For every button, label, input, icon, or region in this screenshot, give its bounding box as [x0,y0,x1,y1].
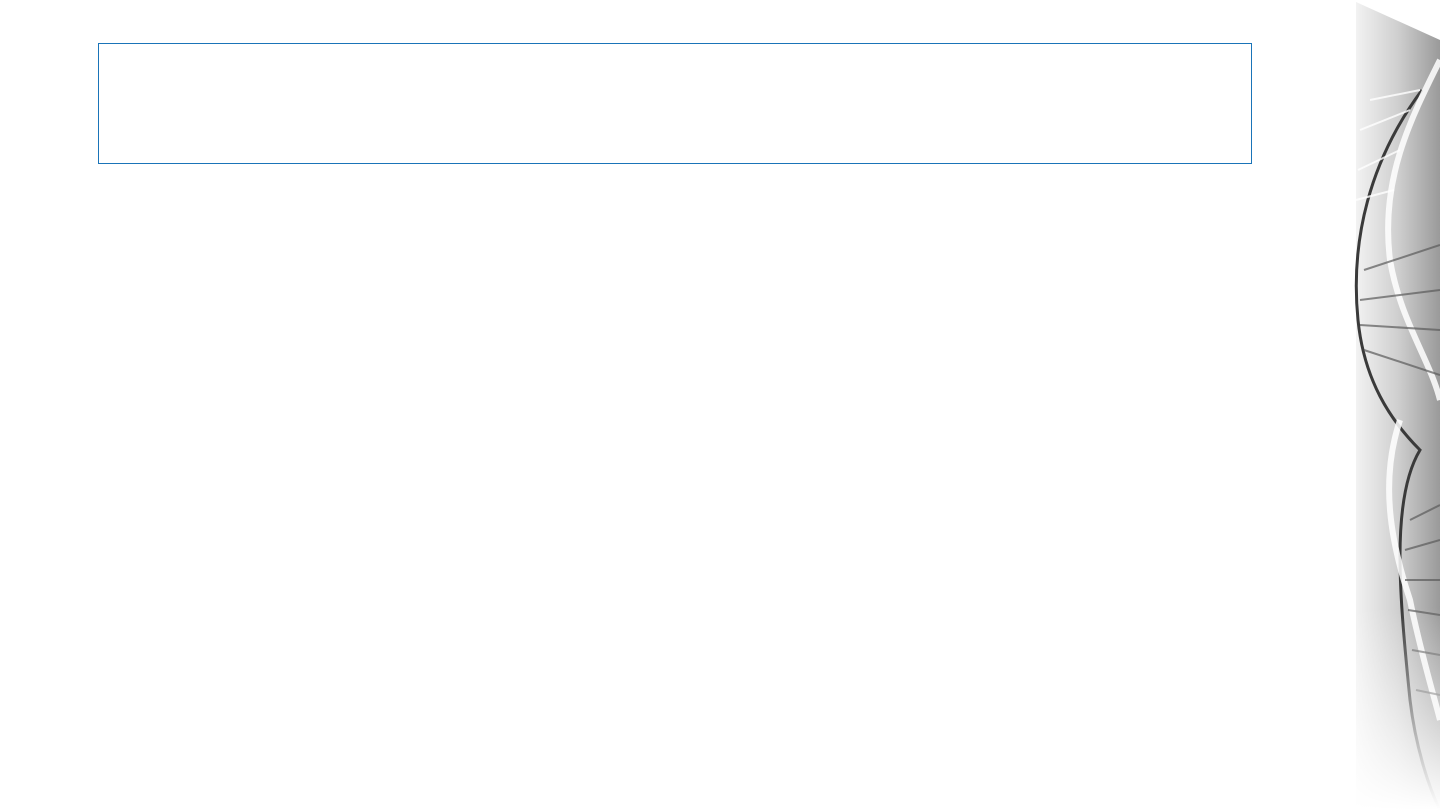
dna-helix-icon [1350,0,1440,810]
title-placeholder[interactable] [98,43,1252,164]
presentation-slide [0,0,1440,810]
